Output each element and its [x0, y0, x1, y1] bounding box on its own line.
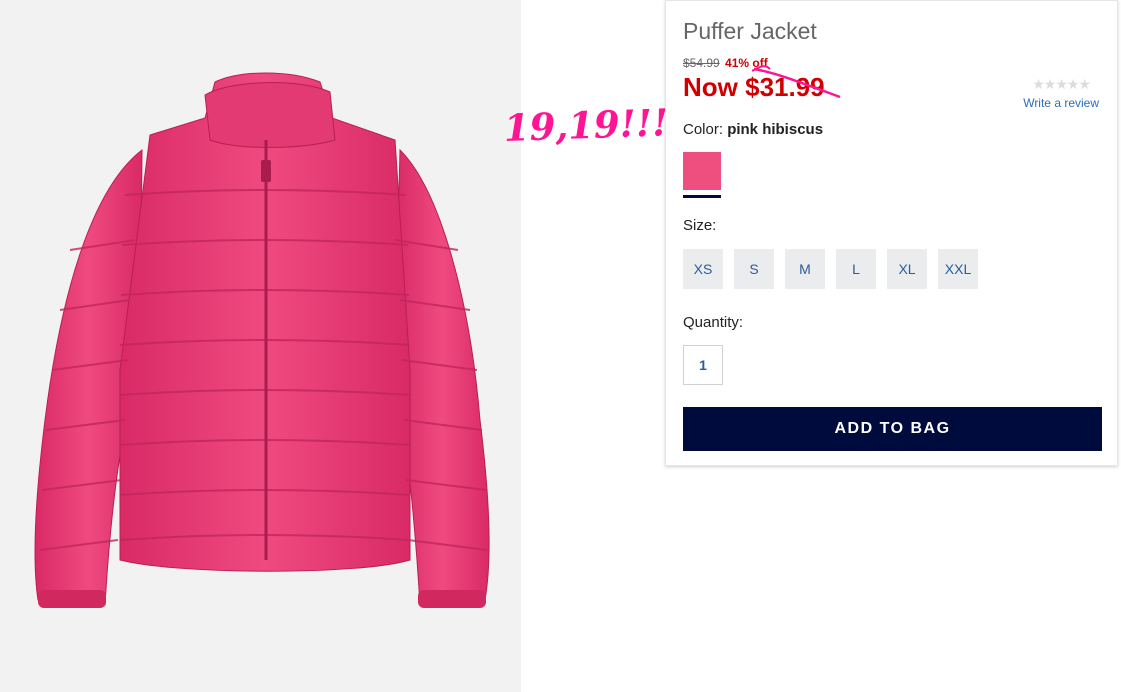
original-price-row: $54.99 41% off	[683, 56, 768, 70]
product-page: 19,19!!! Puffer Jacket $54.99 41% off No…	[0, 0, 1121, 692]
quantity-input[interactable]: 1	[683, 345, 723, 385]
original-price: $54.99	[683, 56, 720, 70]
size-button-xxl[interactable]: XXL	[938, 249, 978, 289]
size-button-l[interactable]: L	[836, 249, 876, 289]
color-swatch[interactable]	[683, 152, 721, 190]
size-options: XS S M L XL XXL	[683, 249, 978, 289]
color-swatch-pink-hibiscus[interactable]	[683, 152, 721, 200]
rating-block: ★★★★★ Write a review	[1023, 76, 1099, 110]
size-label: Size:	[683, 217, 717, 234]
product-image	[0, 0, 521, 692]
handwritten-price-note: 19,19!!!	[503, 100, 670, 150]
quantity-label: Quantity:	[683, 314, 744, 331]
color-selection-label: Color: pink hibiscus	[683, 121, 823, 138]
jacket-illustration	[34, 72, 490, 608]
selected-swatch-indicator	[683, 195, 721, 198]
size-button-s[interactable]: S	[734, 249, 774, 289]
sale-price: Now $31.99	[683, 72, 825, 102]
discount-badge: 41% off	[725, 56, 768, 70]
color-value: pink hibiscus	[727, 121, 824, 138]
color-label: Color:	[683, 121, 724, 138]
product-info-panel: Puffer Jacket $54.99 41% off Now $31.99 …	[665, 0, 1118, 466]
rating-stars-icon: ★★★★★	[1032, 76, 1091, 92]
product-title: Puffer Jacket	[683, 18, 817, 44]
size-button-xs[interactable]: XS	[683, 249, 723, 289]
write-review-link[interactable]: Write a review	[1023, 96, 1099, 110]
add-to-bag-button[interactable]: ADD TO BAG	[683, 407, 1102, 451]
size-button-xl[interactable]: XL	[887, 249, 927, 289]
size-button-m[interactable]: M	[785, 249, 825, 289]
